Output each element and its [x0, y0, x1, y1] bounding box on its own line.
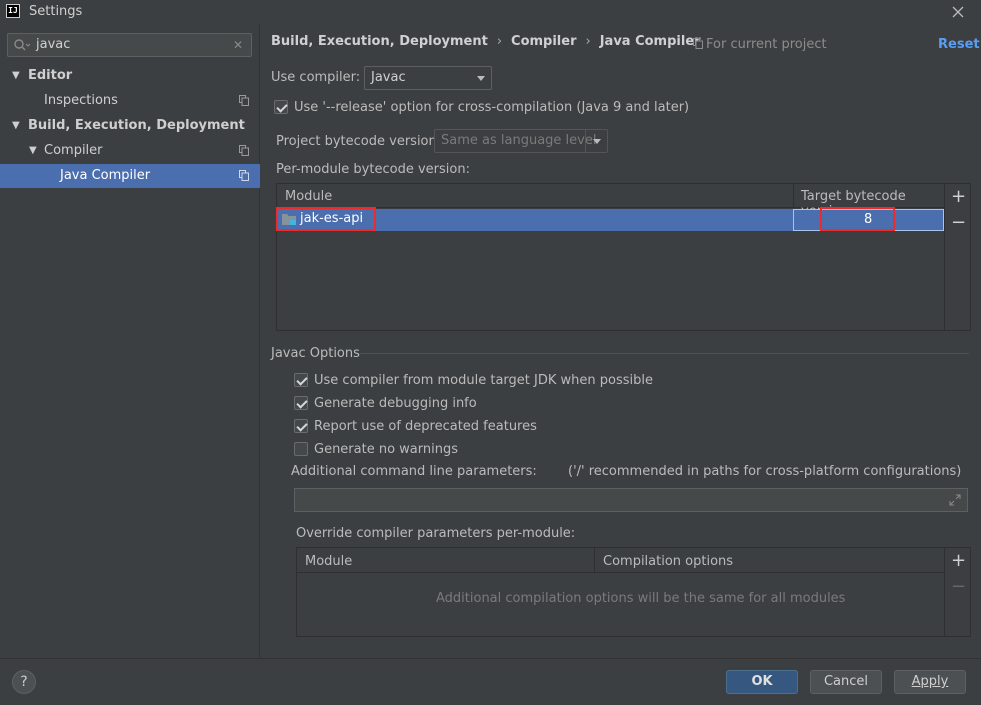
per-module-label: Per-module bytecode version: [276, 162, 470, 177]
column-header-module[interactable]: Module [285, 189, 332, 204]
table-header: Module Compilation options [297, 548, 944, 573]
settings-search-input[interactable]: javac ✕ [7, 33, 252, 57]
chevron-down-icon [593, 139, 601, 144]
no-warnings-label[interactable]: Generate no warnings [314, 442, 458, 457]
sidebar-item-label: Inspections [44, 93, 118, 108]
deprecation-checkbox[interactable] [294, 419, 308, 433]
project-bytecode-select[interactable]: Same as language level [434, 129, 608, 153]
expand-arrow-icon[interactable]: ▼ [12, 114, 20, 138]
javac-options-title: Javac Options [271, 346, 360, 361]
project-scope-note: For current project [693, 37, 827, 52]
project-bytecode-label: Project bytecode version: [276, 134, 442, 149]
sidebar-item-java-compiler[interactable]: Java Compiler [0, 164, 260, 188]
use-compiler-value: Javac [371, 70, 406, 85]
add-icon[interactable]: + [951, 188, 966, 206]
highlight-box-module [276, 207, 376, 231]
title-bar [0, 0, 981, 24]
release-option-checkbox[interactable] [274, 100, 288, 114]
debug-info-checkbox[interactable] [294, 396, 308, 410]
use-compiler-label: Use compiler: [271, 70, 361, 85]
cmd-params-hint: ('/' recommended in paths for cross-plat… [568, 464, 962, 479]
section-divider [360, 353, 969, 354]
table-toolbar: + − [945, 547, 971, 637]
cmd-params-input[interactable] [294, 488, 968, 512]
column-header-compilation-options[interactable]: Compilation options [603, 554, 733, 569]
project-bytecode-value: Same as language level [441, 133, 597, 148]
debug-info-label[interactable]: Generate debugging info [314, 396, 477, 411]
expand-arrow-icon[interactable]: ▼ [29, 139, 37, 163]
clear-icon[interactable]: ✕ [233, 38, 243, 52]
project-scope-icon [239, 170, 249, 181]
breadcrumb-item: Java Compiler [599, 34, 701, 49]
column-divider [793, 184, 794, 208]
no-warnings-checkbox[interactable] [294, 442, 308, 456]
expand-icon[interactable] [949, 494, 961, 506]
breadcrumb-separator: › [496, 34, 503, 49]
project-scope-icon [239, 95, 249, 106]
deprecation-label[interactable]: Report use of deprecated features [314, 419, 537, 434]
table-header: Module Target bytecode version [277, 184, 944, 219]
remove-icon: − [951, 576, 967, 597]
sidebar-item-compiler[interactable]: ▼ Compiler [0, 139, 260, 163]
sidebar-item-label: Java Compiler [60, 168, 151, 183]
add-icon[interactable]: + [951, 552, 966, 570]
search-value[interactable]: javac [36, 37, 70, 52]
help-button[interactable]: ? [12, 670, 36, 694]
project-scope-icon [239, 145, 249, 156]
release-option-label[interactable]: Use '--release' option for cross-compila… [294, 100, 689, 115]
apply-button-label: Apply [911, 674, 949, 689]
remove-icon[interactable]: − [951, 214, 966, 232]
column-header-module[interactable]: Module [305, 554, 352, 569]
column-divider [594, 548, 595, 573]
breadcrumb-item: Build, Execution, Deployment [271, 34, 488, 49]
for-current-project-text: For current project [706, 37, 827, 52]
apply-button[interactable]: Apply [894, 670, 966, 694]
cancel-button[interactable]: Cancel [810, 670, 882, 694]
reset-link[interactable]: Reset [938, 37, 980, 52]
combo-divider [585, 130, 586, 152]
chevron-down-icon [477, 76, 485, 81]
empty-table-message: Additional compilation options will be t… [436, 591, 846, 606]
use-compiler-select[interactable]: Javac [364, 66, 492, 90]
override-params-table: Module Compilation options Additional co… [296, 547, 945, 637]
search-icon [13, 38, 31, 52]
sidebar-item-inspections[interactable]: Inspections [0, 89, 260, 113]
use-module-jdk-label[interactable]: Use compiler from module target JDK when… [314, 373, 653, 388]
override-params-label: Override compiler parameters per-module: [296, 526, 576, 541]
breadcrumb-separator: › [585, 34, 591, 49]
per-module-bytecode-table: Module Target bytecode version jak-es-ap… [276, 183, 945, 331]
sidebar-item-label: Compiler [44, 143, 103, 158]
project-scope-icon [693, 38, 703, 49]
use-module-jdk-checkbox[interactable] [294, 373, 308, 387]
highlight-box-target [820, 207, 895, 231]
sidebar-item-build-execution-deployment[interactable]: ▼ Build, Execution, Deployment [0, 114, 260, 138]
window-title: Settings [29, 4, 83, 19]
breadcrumb: Build, Execution, Deployment › Compiler › Ja… [271, 34, 701, 49]
sidebar-item-label: Build, Execution, Deployment [28, 118, 245, 133]
breadcrumb-item: Compiler [511, 34, 577, 49]
close-icon[interactable] [950, 4, 966, 20]
expand-arrow-icon[interactable]: ▼ [12, 64, 20, 88]
sidebar-item-label: Editor [28, 68, 73, 83]
cmd-params-label: Additional command line parameters: [291, 464, 537, 479]
ok-button[interactable]: OK [726, 670, 798, 694]
sidebar-item-editor[interactable]: ▼ Editor [0, 64, 260, 88]
table-toolbar: + − [945, 183, 971, 331]
intellij-app-icon: IJ [6, 4, 20, 18]
